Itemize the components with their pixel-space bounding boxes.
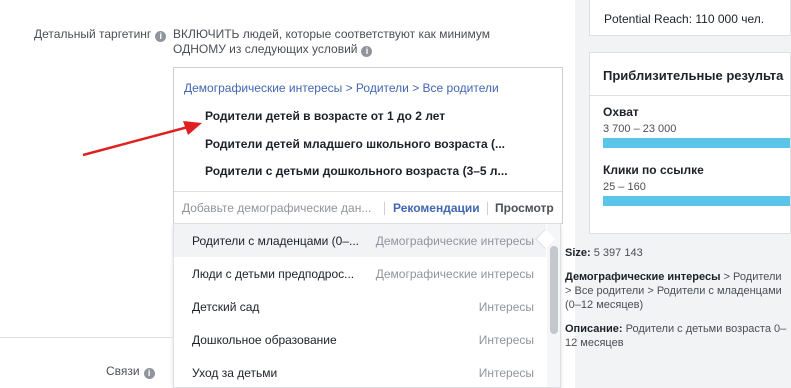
arrow-annotation-head <box>183 121 202 135</box>
suggestion-category: Интересы <box>478 333 534 347</box>
detailed-targeting-label: Детальный таргетинг i <box>34 27 167 42</box>
suggestions-dropdown: Родители с младенцами (0–... Демографиче… <box>173 223 561 388</box>
suggestion-item[interactable]: Детский сад Интересы <box>174 290 546 323</box>
suggestion-item[interactable]: Дошкольное образование Интересы <box>174 323 546 356</box>
suggestion-category: Демографические интересы <box>375 267 534 281</box>
suggestion-item[interactable]: Уход за детьми Интересы <box>174 356 546 387</box>
info-icon[interactable]: i <box>361 46 373 57</box>
recommendations-tab[interactable]: Рекомендации <box>393 201 480 215</box>
dropdown-scrollbar[interactable] <box>547 224 560 387</box>
potential-reach-card: Potential Reach: 110 000 чел. <box>589 0 791 36</box>
description-row: Описание: Родители с детьми возраста 0–1… <box>565 322 791 350</box>
include-condition-text: ВКЛЮЧИТЬ людей, которые соответствуют ка… <box>173 27 543 57</box>
dropdown-scrollbar-thumb[interactable] <box>550 246 558 334</box>
info-icon[interactable]: i <box>155 31 167 42</box>
estimated-results-card: Приблизительные результа Охват 3 700 – 2… <box>589 52 791 234</box>
size-value: 5 397 143 <box>593 247 643 259</box>
connections-text: Связи <box>106 364 140 378</box>
suggestion-name: Родители с младенцами (0–... <box>192 234 360 248</box>
selected-target-item[interactable]: Родители детей младшего школьного возрас… <box>205 137 505 151</box>
detailed-targeting-text: Детальный таргетинг <box>34 27 152 41</box>
metric-reach-range: 3 700 – 23 000 <box>603 123 677 135</box>
section-divider <box>0 337 173 338</box>
suggestion-info-panel: Size: 5 397 143 Демографические интересы… <box>565 246 791 360</box>
selected-target-item[interactable]: Родители детей в возрасте от 1 до 2 лет <box>205 109 445 123</box>
suggestion-category: Демографические интересы <box>375 234 534 248</box>
results-divider <box>590 95 790 96</box>
targeting-selection-box: Демографические интересы > Родители > Вс… <box>173 67 563 224</box>
metric-clicks-bar <box>603 196 790 206</box>
arrow-annotation-shaft <box>82 125 189 157</box>
suggestion-item[interactable]: Родители с младенцами (0–... Демографиче… <box>174 224 546 257</box>
metric-clicks-range: 25 – 160 <box>603 181 646 193</box>
metric-reach-label: Охват <box>603 105 639 119</box>
category-path-row: Демографические интересы > Родители > Вс… <box>565 270 791 312</box>
metric-reach-bar <box>603 138 790 148</box>
info-icon[interactable]: i <box>143 368 155 379</box>
browse-tab[interactable]: Просмотр <box>495 201 554 215</box>
suggestion-item[interactable]: Люди с детьми предподрос... Демографичес… <box>174 257 546 290</box>
include-condition-label: ВКЛЮЧИТЬ людей, которые соответствуют ка… <box>173 27 490 56</box>
breadcrumb[interactable]: Демографические интересы > Родители > Вс… <box>184 81 499 95</box>
estimated-results-title: Приблизительные результа <box>603 68 784 83</box>
suggestion-name: Детский сад <box>192 300 260 314</box>
suggestion-name: Люди с детьми предподрос... <box>192 267 355 281</box>
size-row: Size: 5 397 143 <box>565 246 791 260</box>
category-path-label: Демографические интересы <box>565 271 721 283</box>
selected-target-item[interactable]: Родители с детьми дошкольного возраста (… <box>205 164 508 178</box>
size-label: Size: <box>565 247 591 259</box>
potential-reach-text: Potential Reach: 110 000 чел. <box>604 12 765 26</box>
search-separator <box>384 202 385 215</box>
connections-label: Связи i <box>106 364 155 379</box>
metric-clicks-label: Клики по ссылке <box>603 163 704 177</box>
suggestion-name: Уход за детьми <box>192 366 278 380</box>
metric-clicks-bar-fill <box>603 196 790 206</box>
arrow-annotation-icon <box>82 121 202 157</box>
metric-reach-bar-fill <box>603 138 790 148</box>
suggestion-name: Дошкольное образование <box>192 333 337 347</box>
suggestion-category: Интересы <box>478 300 534 314</box>
suggestion-category: Интересы <box>478 366 534 380</box>
demographics-search-input[interactable] <box>174 192 382 224</box>
tab-separator <box>487 202 488 215</box>
description-label: Описание: <box>565 323 623 335</box>
